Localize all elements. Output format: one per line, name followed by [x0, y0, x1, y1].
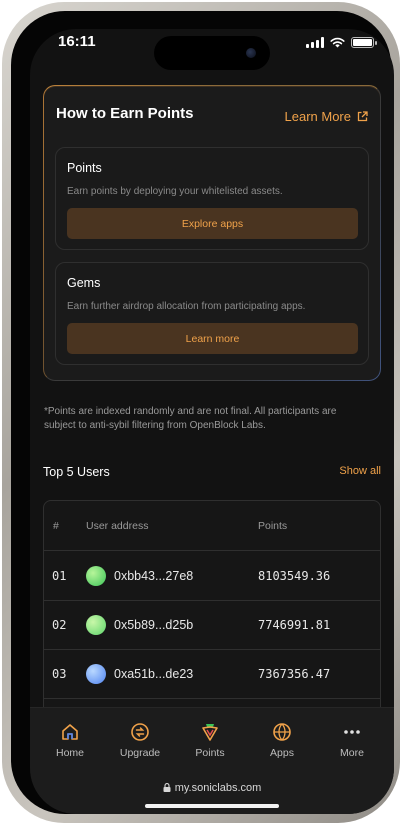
status-icons	[306, 37, 377, 48]
avatar	[86, 664, 106, 684]
points-icon	[202, 724, 218, 741]
gems-card-description: Earn further airdrop allocation from par…	[67, 301, 306, 312]
table-row[interactable]: 02 0x5b89...d25b 7746991.81	[44, 601, 380, 650]
row-rank: 01	[52, 569, 67, 583]
points-card: Points Earn points by deploying your whi…	[55, 147, 369, 250]
row-rank: 02	[52, 618, 67, 632]
lock-icon	[163, 783, 171, 792]
learn-more-link[interactable]: Learn More	[285, 109, 368, 124]
row-address: 0x5b89...d25b	[114, 618, 194, 632]
explore-apps-button[interactable]: Explore apps	[67, 208, 358, 239]
table-header: # User address Points	[44, 501, 380, 551]
tab-home[interactable]: Home	[35, 708, 105, 776]
camera-icon	[246, 48, 256, 58]
row-points: 7746991.81	[258, 618, 331, 632]
home-indicator[interactable]	[145, 804, 279, 808]
phone-frame: 16:11 How to Earn Points Learn More Poin…	[2, 2, 400, 823]
battery-icon	[351, 37, 377, 48]
row-address: 0xa51b...de23	[114, 667, 194, 681]
avatar	[86, 566, 106, 586]
tab-apps[interactable]: Apps	[247, 708, 317, 776]
gems-card-title: Gems	[67, 276, 101, 290]
row-points: 8103549.36	[258, 569, 331, 583]
status-time: 16:11	[58, 33, 96, 50]
show-all-link[interactable]: Show all	[339, 465, 381, 477]
column-points: Points	[258, 520, 288, 532]
signal-icon	[306, 37, 324, 48]
column-address: User address	[86, 520, 149, 532]
disclaimer-text: *Points are indexed randomly and are not…	[44, 406, 337, 431]
tab-more[interactable]: More	[317, 708, 387, 776]
gems-card: Gems Earn further airdrop allocation fro…	[55, 262, 369, 365]
wifi-icon	[330, 37, 345, 48]
table-row[interactable]: 01 0xbb43...27e8 8103549.36	[44, 552, 380, 601]
screen: 16:11 How to Earn Points Learn More Poin…	[30, 29, 394, 814]
avatar	[86, 615, 106, 635]
tab-upgrade[interactable]: Upgrade	[105, 708, 175, 776]
tab-points-label: Points	[195, 747, 225, 759]
tab-more-label: More	[340, 747, 364, 759]
apps-icon	[273, 723, 291, 741]
table-row[interactable]: 03 0xa51b...de23 7367356.47	[44, 650, 380, 699]
more-icon	[344, 730, 360, 734]
tab-points[interactable]: Points	[175, 708, 245, 776]
row-rank: 03	[52, 667, 67, 681]
phone-bezel: 16:11 How to Earn Points Learn More Poin…	[11, 11, 394, 814]
learn-more-label: Learn More	[284, 109, 351, 124]
url-label: my.soniclabs.com	[174, 782, 262, 794]
tab-home-label: Home	[55, 747, 84, 759]
bottom-tab-bar: Home Upgrade Points Apps More	[30, 707, 394, 775]
external-link-icon	[357, 111, 368, 122]
points-card-title: Points	[67, 161, 102, 175]
earn-points-card: How to Earn Points Learn More Points Ear…	[43, 85, 381, 381]
row-address: 0xbb43...27e8	[114, 569, 194, 583]
earn-title: How to Earn Points	[56, 105, 194, 122]
home-icon	[62, 724, 78, 740]
learn-more-button[interactable]: Learn more	[67, 323, 358, 354]
tab-upgrade-label: Upgrade	[119, 747, 161, 759]
browser-url-bar[interactable]: my.soniclabs.com	[30, 775, 394, 814]
leaderboard-title: Top 5 Users	[43, 465, 110, 479]
row-points: 7367356.47	[258, 667, 331, 681]
column-rank: #	[53, 520, 59, 532]
tab-apps-label: Apps	[270, 747, 294, 759]
url-text: my.soniclabs.com	[30, 782, 394, 794]
dynamic-island	[154, 36, 270, 70]
points-card-description: Earn points by deploying your whiteliste…	[67, 186, 283, 197]
upgrade-icon	[131, 723, 149, 741]
leaderboard-table: # User address Points 01 0xbb43...27e8 8…	[43, 500, 381, 730]
